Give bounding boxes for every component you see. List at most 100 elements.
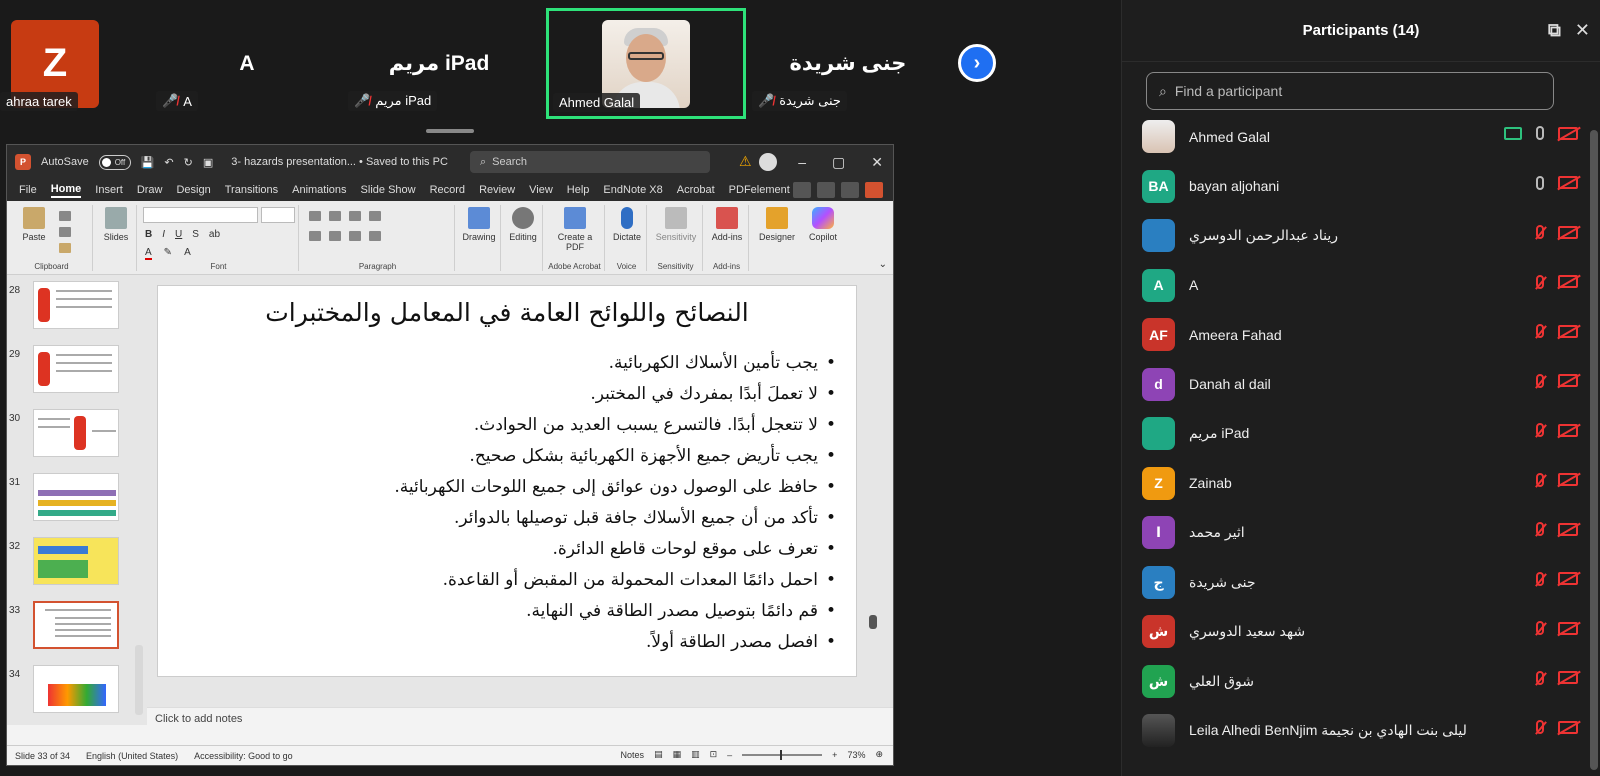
tab-pdfelement[interactable]: PDFelement — [729, 184, 790, 196]
decrease-indent-icon[interactable] — [349, 211, 361, 221]
participant-row[interactable]: Ahmed Galal — [1122, 112, 1592, 162]
thumbnail-row[interactable]: 29 — [7, 345, 137, 401]
close-icon[interactable]: ✕ — [1575, 20, 1590, 41]
language-status[interactable]: English (United States) — [86, 751, 178, 761]
format-painter-icon[interactable] — [59, 243, 71, 253]
zoom-in-icon[interactable]: + — [832, 750, 837, 760]
video-tile-zahraa[interactable]: Z ahraa tarek — [0, 8, 110, 119]
cut-icon[interactable] — [59, 211, 71, 221]
slide-thumbnail[interactable] — [33, 665, 119, 713]
normal-view-icon[interactable]: ▤ — [654, 749, 663, 760]
tab-acrobat[interactable]: Acrobat — [677, 184, 715, 196]
ribbon-collapse-icon[interactable]: ⌄ — [879, 259, 887, 270]
participant-row[interactable]: Z Zainab — [1122, 459, 1592, 509]
participant-row[interactable]: ا اثير محمد — [1122, 508, 1592, 558]
camera-off-icon[interactable] — [1558, 126, 1578, 140]
thumbnail-row[interactable]: 28 — [7, 281, 137, 337]
slide-canvas[interactable]: النصائح واللوائح العامة في المعامل والمخ… — [157, 285, 857, 677]
video-tile-ahmed-galal[interactable]: Ahmed Galal — [546, 8, 746, 119]
align-right-icon[interactable] — [349, 231, 361, 241]
slide-thumbnail[interactable] — [33, 409, 119, 457]
slideshow-icon[interactable]: ⊡ — [710, 749, 718, 760]
video-tile-a[interactable]: A 🎤̸ A — [152, 8, 342, 119]
mic-muted-icon[interactable] — [1536, 423, 1544, 437]
slide-scrollbar[interactable] — [869, 615, 877, 629]
participant-row[interactable]: Leila Alhedi BenNjim ليلى بنت الهادي بن … — [1122, 706, 1592, 756]
maximize-icon[interactable]: ▢ — [832, 154, 845, 171]
autosave-toggle[interactable]: Off — [98, 154, 131, 170]
share-icon[interactable] — [865, 182, 883, 198]
participant-row[interactable]: ش شهد سعيد الدوسري — [1122, 607, 1592, 657]
tab-file[interactable]: File — [19, 184, 37, 196]
increase-indent-icon[interactable] — [369, 211, 381, 221]
create-pdf-button[interactable]: Create a PDF — [553, 207, 597, 252]
minimize-icon[interactable]: – — [798, 154, 806, 170]
slide-sorter-icon[interactable]: ▦ — [673, 749, 682, 760]
tab-animations[interactable]: Animations — [292, 184, 346, 196]
mic-muted-icon[interactable] — [1536, 621, 1544, 635]
camera-off-icon[interactable] — [1558, 473, 1578, 486]
underline-button[interactable]: U — [175, 229, 182, 240]
participant-row[interactable]: مريم iPad — [1122, 409, 1592, 459]
fit-slide-icon[interactable]: ⊕ — [875, 749, 883, 760]
designer-button[interactable]: Designer — [755, 207, 799, 242]
camera-off-icon[interactable] — [1558, 225, 1578, 239]
dictate-button[interactable]: Dictate — [609, 207, 645, 242]
mic-muted-icon[interactable] — [1536, 373, 1544, 388]
copy-icon[interactable] — [59, 227, 71, 237]
tab-endnote[interactable]: EndNote X8 — [603, 184, 662, 196]
zoom-level[interactable]: 73% — [847, 750, 865, 760]
zoom-out-icon[interactable]: – — [727, 750, 732, 760]
save-icon[interactable]: 💾 — [141, 156, 155, 169]
chevron-right-icon[interactable]: › — [958, 44, 996, 82]
participant-scrollbar[interactable] — [1590, 130, 1598, 770]
thumbnail-row[interactable]: 31 — [7, 473, 137, 529]
camera-off-icon[interactable] — [1558, 572, 1578, 585]
mic-muted-icon[interactable] — [1536, 472, 1544, 487]
gallery-resize-handle[interactable] — [426, 129, 474, 133]
camera-off-icon[interactable] — [1558, 720, 1578, 734]
mic-muted-icon[interactable] — [1536, 274, 1544, 289]
editing-button[interactable]: Editing — [505, 207, 541, 242]
microphone-icon[interactable] — [1536, 126, 1544, 140]
camera-off-icon[interactable] — [1558, 522, 1578, 536]
camera-off-icon[interactable] — [1558, 275, 1578, 288]
thumbnail-row[interactable]: 30 — [7, 409, 137, 465]
highlight-icon[interactable]: ✎ — [164, 247, 172, 260]
thumbnail-row[interactable]: 34 — [7, 665, 137, 721]
tab-slide-show[interactable]: Slide Show — [361, 184, 416, 196]
font-grow-icon[interactable]: A — [184, 247, 191, 260]
camera-off-icon[interactable] — [1558, 176, 1578, 189]
camera-off-icon[interactable] — [1558, 671, 1578, 684]
reading-view-icon[interactable]: ▥ — [691, 749, 700, 760]
mic-muted-icon[interactable] — [1536, 571, 1544, 586]
copilot-button[interactable]: Copilot — [801, 207, 845, 242]
mic-muted-icon[interactable] — [1536, 324, 1544, 338]
participant-row[interactable]: ج جنى شريدة — [1122, 558, 1592, 608]
slide-thumbnail[interactable] — [33, 537, 119, 585]
pop-out-icon[interactable]: ⧉ — [1548, 20, 1561, 41]
tab-home[interactable]: Home — [50, 183, 82, 198]
font-color-icon[interactable]: A — [145, 247, 152, 260]
camera-icon[interactable] — [817, 182, 835, 198]
justify-icon[interactable] — [369, 231, 381, 241]
tab-insert[interactable]: Insert — [95, 184, 123, 196]
bullets-icon[interactable] — [309, 211, 321, 221]
participant-row[interactable]: d Danah al dail — [1122, 360, 1592, 410]
find-participant-input[interactable]: ⌕ Find a participant — [1146, 72, 1554, 110]
warning-icon[interactable]: ⚠ — [739, 153, 752, 170]
align-center-icon[interactable] — [329, 231, 341, 241]
drawing-button[interactable]: Drawing — [459, 207, 499, 242]
ppt-search-box[interactable]: ⌕ Search — [470, 151, 710, 173]
video-tile-maryam[interactable]: مريم iPad 🎤̸ مريم iPad — [344, 8, 534, 119]
undo-icon[interactable]: ↶ — [164, 156, 173, 169]
numbering-icon[interactable] — [329, 211, 341, 221]
tab-draw[interactable]: Draw — [137, 184, 163, 196]
thumbnail-row[interactable]: 33 — [7, 601, 137, 657]
mic-muted-icon[interactable] — [1536, 670, 1544, 685]
italic-button[interactable]: I — [162, 229, 165, 240]
record-icon[interactable] — [793, 182, 811, 198]
participant-row[interactable]: BA bayan aljohani — [1122, 162, 1592, 212]
participant-row[interactable]: ريناد عبدالرحمن الدوسري — [1122, 211, 1592, 261]
tab-design[interactable]: Design — [176, 184, 210, 196]
